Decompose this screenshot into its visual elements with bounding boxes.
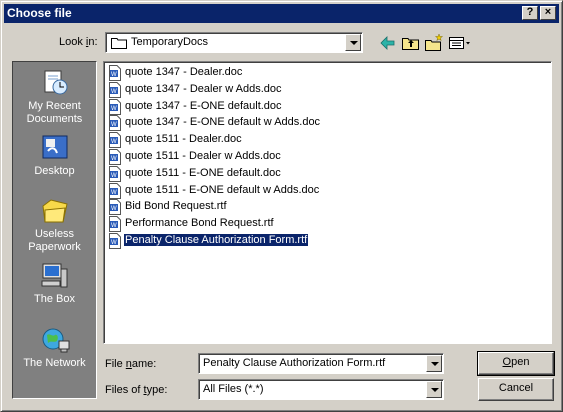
svg-text:W: W (111, 240, 117, 246)
file-name-text: Performance Bond Request.rtf (125, 217, 274, 230)
place-the-network[interactable]: The Network (13, 325, 96, 370)
places-bar: My Recent Documents Desktop Useless Pape… (12, 61, 97, 399)
file-name-dropdown-button[interactable] (426, 355, 442, 372)
word-document-icon: W (109, 149, 121, 165)
word-document-icon: W (109, 216, 121, 233)
files-of-type-dropdown[interactable]: All Files (*.*) (198, 379, 444, 400)
svg-text:W: W (111, 89, 117, 95)
svg-text:W: W (111, 156, 117, 162)
recent-documents-icon (44, 70, 67, 95)
file-name-text: quote 1511 - E-ONE default.doc (125, 166, 281, 179)
look-in-dropdown-button[interactable] (345, 34, 361, 51)
file-name-input[interactable]: Penalty Clause Authorization Form.rtf (198, 353, 444, 374)
svg-text:W: W (111, 173, 117, 179)
files-of-type-dropdown-button[interactable] (426, 381, 442, 398)
svg-text:W: W (111, 223, 117, 229)
svg-text:W: W (111, 190, 117, 196)
files-of-type-label: Files of type: (105, 384, 168, 396)
desktop-icon (42, 135, 67, 159)
files-of-type-value: All Files (*.*) (203, 383, 264, 395)
file-name-text: quote 1347 - Dealer.doc (125, 66, 243, 78)
look-in-dropdown[interactable]: TemporaryDocs (105, 32, 363, 53)
file-name-text: quote 1347 - E-ONE default w Adds.doc (125, 116, 321, 129)
file-name-text: quote 1347 - Dealer w Adds.doc (125, 82, 282, 95)
view-menu-icon[interactable] (447, 33, 470, 53)
place-useless-paperwork[interactable]: Useless Paperwork (13, 196, 96, 254)
word-document-icon: W (109, 165, 121, 182)
title-bar[interactable]: Choose file ? × (4, 4, 559, 23)
place-desktop[interactable]: Desktop (13, 133, 96, 178)
file-name-text: quote 1511 - Dealer.doc (125, 133, 242, 146)
folder-icon (41, 199, 68, 223)
computer-icon (41, 263, 67, 288)
dialog-title: Choose file (7, 6, 72, 20)
look-in-value: TemporaryDocs (131, 36, 209, 48)
svg-text:W: W (111, 72, 117, 78)
file-name-text: Penalty Clause Authorization Form.rtf (122, 233, 310, 247)
file-name-text: Bid Bond Request.rtf (125, 200, 227, 213)
word-document-icon: W (109, 65, 121, 81)
close-button[interactable]: × (540, 6, 556, 20)
up-folder-icon[interactable] (400, 33, 422, 53)
back-arrow-icon[interactable] (377, 33, 399, 53)
network-icon (42, 328, 69, 353)
place-the-box[interactable]: The Box (13, 261, 96, 306)
word-document-icon: W (109, 81, 121, 98)
svg-text:W: W (111, 122, 117, 128)
svg-text:W: W (111, 139, 117, 145)
help-button[interactable]: ? (522, 6, 538, 20)
file-name-label: File name: (105, 358, 157, 370)
file-name-value[interactable]: Penalty Clause Authorization Form.rtf (203, 357, 385, 369)
file-name-text: quote 1511 - E-ONE default w Adds.doc (125, 183, 320, 196)
choose-file-dialog: Choose file ? × Look in: TemporaryDocs M… (0, 0, 563, 412)
open-button[interactable]: Open (477, 351, 555, 376)
word-document-icon: W (109, 98, 121, 115)
new-folder-icon[interactable] (423, 33, 445, 53)
look-in-label: Look in: (59, 36, 98, 48)
place-my-recent-documents[interactable]: My Recent Documents (13, 68, 96, 126)
word-document-icon: W (109, 132, 121, 149)
word-document-icon: W (109, 199, 121, 216)
svg-text:W: W (111, 106, 117, 112)
file-list[interactable]: Wquote 1347 - Dealer.doc Wquote 1347 - De… (103, 61, 552, 344)
word-document-icon: W (109, 115, 121, 132)
file-name-text: quote 1511 - Dealer w Adds.doc (125, 150, 281, 162)
svg-text:W: W (111, 206, 117, 212)
word-document-icon: W (109, 233, 121, 249)
cancel-button[interactable]: Cancel (478, 378, 554, 401)
word-document-icon: W (109, 182, 121, 199)
file-name-text: quote 1347 - E-ONE default.doc (125, 99, 282, 112)
folder-icon (111, 38, 127, 49)
